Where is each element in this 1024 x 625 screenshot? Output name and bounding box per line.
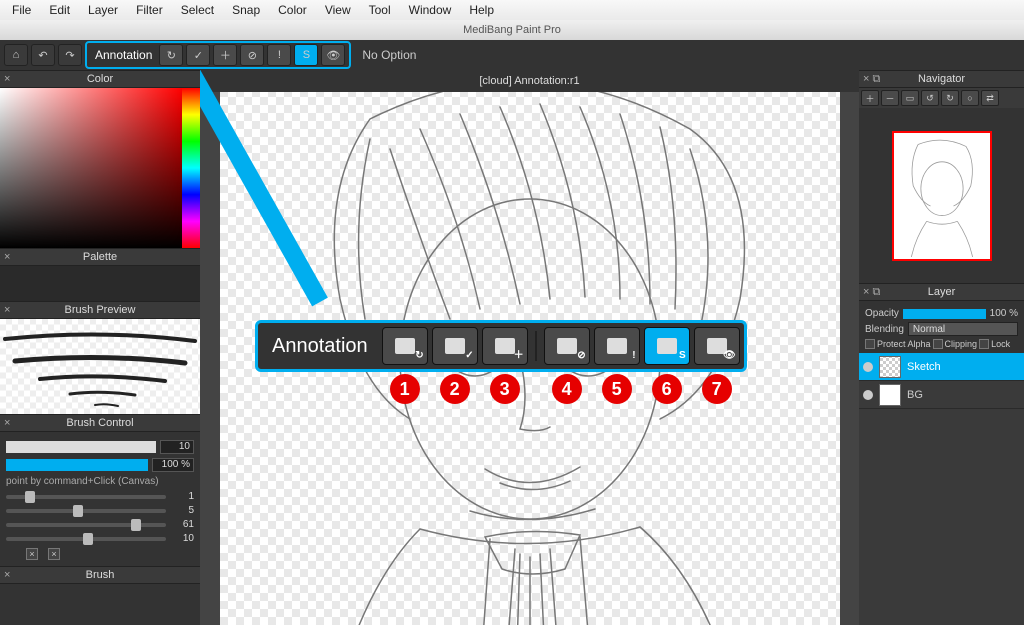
- navigator-tools: ＋ － ▭ ↺ ↻ ○ ⇄: [859, 88, 1024, 108]
- blending-select[interactable]: Normal: [908, 322, 1018, 336]
- anno-add-button[interactable]: ＋: [213, 44, 237, 66]
- check-2[interactable]: ×: [48, 548, 60, 560]
- navigator-title: × ⧉Navigator: [859, 70, 1024, 88]
- layer-name: Sketch: [907, 361, 941, 373]
- brush-panel-title: ×Brush: [0, 566, 200, 584]
- zoom-anno-refresh[interactable]: ↻1: [382, 327, 428, 365]
- right-sidebar: × ⧉Navigator ＋ － ▭ ↺ ↻ ○ ⇄ × ⧉: [859, 70, 1024, 625]
- brush-control-panel: 10 100 % point by command+Click (Canvas)…: [0, 432, 200, 566]
- brush-opacity-bar[interactable]: [6, 459, 148, 471]
- brush-opacity-value[interactable]: 100 %: [152, 458, 194, 472]
- layer-name: BG: [907, 389, 923, 401]
- palette-body[interactable]: [0, 266, 200, 301]
- nav-reset[interactable]: ○: [961, 90, 979, 106]
- color-picker[interactable]: [0, 88, 200, 248]
- hue-slider[interactable]: [182, 88, 200, 248]
- brush-size-bar[interactable]: [6, 441, 156, 453]
- color-panel-title: ×Color: [0, 70, 200, 88]
- menu-window[interactable]: Window: [401, 1, 460, 19]
- slider-1[interactable]: [6, 495, 166, 499]
- home-button[interactable]: ⌂: [4, 44, 28, 66]
- lock-check[interactable]: Lock: [979, 339, 1010, 349]
- menu-view[interactable]: View: [317, 1, 359, 19]
- navigator-preview[interactable]: [859, 108, 1024, 283]
- brush-control-title: ×Brush Control: [0, 414, 200, 432]
- app-title: MediBang Paint Pro: [463, 24, 561, 36]
- anno-refresh-button[interactable]: ↻: [159, 44, 183, 66]
- layer-visibility-icon[interactable]: [863, 362, 873, 372]
- opacity-label: Opacity: [865, 308, 899, 319]
- anno-alert-button[interactable]: !: [267, 44, 291, 66]
- check-1[interactable]: ×: [26, 548, 38, 560]
- nav-zoom-in[interactable]: ＋: [861, 90, 879, 106]
- menu-snap[interactable]: Snap: [224, 1, 268, 19]
- left-sidebar: ×Color ×Palette ×Brush Preview ×Brush Co…: [0, 70, 200, 625]
- brush-preview-title: ×Brush Preview: [0, 301, 200, 319]
- main-toolbar: ⌂ ↶ ↷ Annotation ↻ ✓ ＋ ⊘ ! S 👁 No Option: [0, 40, 1024, 70]
- undo-button[interactable]: ↶: [31, 44, 55, 66]
- brush-hint: point by command+Click (Canvas): [6, 476, 194, 487]
- menu-edit[interactable]: Edit: [41, 1, 78, 19]
- layer-opacity-bar[interactable]: [903, 309, 986, 319]
- anno-sync-button[interactable]: S: [294, 44, 318, 66]
- layer-row-bg[interactable]: BG: [859, 381, 1024, 409]
- nav-fit[interactable]: ▭: [901, 90, 919, 106]
- layer-row-sketch[interactable]: Sketch: [859, 353, 1024, 381]
- annotation-label: Annotation: [91, 48, 156, 62]
- menu-select[interactable]: Select: [173, 1, 222, 19]
- clipping-check[interactable]: Clipping: [933, 339, 978, 349]
- menu-color[interactable]: Color: [270, 1, 315, 19]
- anno-check-button[interactable]: ✓: [186, 44, 210, 66]
- blending-label: Blending: [865, 324, 904, 335]
- zoom-anno-alert[interactable]: !5: [594, 327, 640, 365]
- zoom-anno-hide[interactable]: ⊘4: [544, 327, 590, 365]
- slider-2[interactable]: [6, 509, 166, 513]
- menu-file[interactable]: File: [4, 1, 39, 19]
- zoom-anno-add[interactable]: ＋3: [482, 327, 528, 365]
- redo-button[interactable]: ↷: [58, 44, 82, 66]
- palette-panel-title: ×Palette: [0, 248, 200, 266]
- layer-panel-title: × ⧉Layer: [859, 283, 1024, 301]
- brush-preview: [0, 319, 200, 414]
- nav-flip[interactable]: ⇄: [981, 90, 999, 106]
- protect-alpha-check[interactable]: Protect Alpha: [865, 339, 931, 349]
- nav-rotate-ccw[interactable]: ↺: [921, 90, 939, 106]
- zoom-anno-visibility[interactable]: 👁7: [694, 327, 740, 365]
- layer-visibility-icon[interactable]: [863, 390, 873, 400]
- no-option-label: No Option: [362, 48, 416, 62]
- zoom-annotation-label: Annotation: [262, 335, 378, 358]
- window-titlebar: MediBang Paint Pro: [0, 20, 1024, 40]
- menubar: File Edit Layer Filter Select Snap Color…: [0, 0, 1024, 20]
- menu-help[interactable]: Help: [461, 1, 502, 19]
- slider-3[interactable]: [6, 523, 166, 527]
- nav-zoom-out[interactable]: －: [881, 90, 899, 106]
- canvas-region: [cloud] Annotation:r1: [200, 70, 859, 625]
- anno-visibility-button[interactable]: 👁: [321, 44, 345, 66]
- layer-list: Sketch BG: [859, 353, 1024, 625]
- annotation-toolbar-highlight: Annotation ↻ ✓ ＋ ⊘ ! S 👁: [85, 41, 351, 69]
- nav-rotate-cw[interactable]: ↻: [941, 90, 959, 106]
- layer-controls: Opacity 100 % Blending Normal Protect Al…: [859, 301, 1024, 353]
- opacity-value: 100 %: [990, 308, 1018, 319]
- anno-hide-button[interactable]: ⊘: [240, 44, 264, 66]
- zoom-anno-sync[interactable]: S6: [644, 327, 690, 365]
- menu-filter[interactable]: Filter: [128, 1, 171, 19]
- slider-4[interactable]: [6, 537, 166, 541]
- brush-size-value[interactable]: 10: [160, 440, 194, 454]
- zoom-anno-check[interactable]: ✓2: [432, 327, 478, 365]
- document-tab[interactable]: [cloud] Annotation:r1: [200, 70, 859, 92]
- annotation-zoom-callout: Annotation ↻1 ✓2 ＋3 ⊘4 !5 S6 👁7: [255, 320, 747, 372]
- menu-layer[interactable]: Layer: [80, 1, 126, 19]
- menu-tool[interactable]: Tool: [361, 1, 399, 19]
